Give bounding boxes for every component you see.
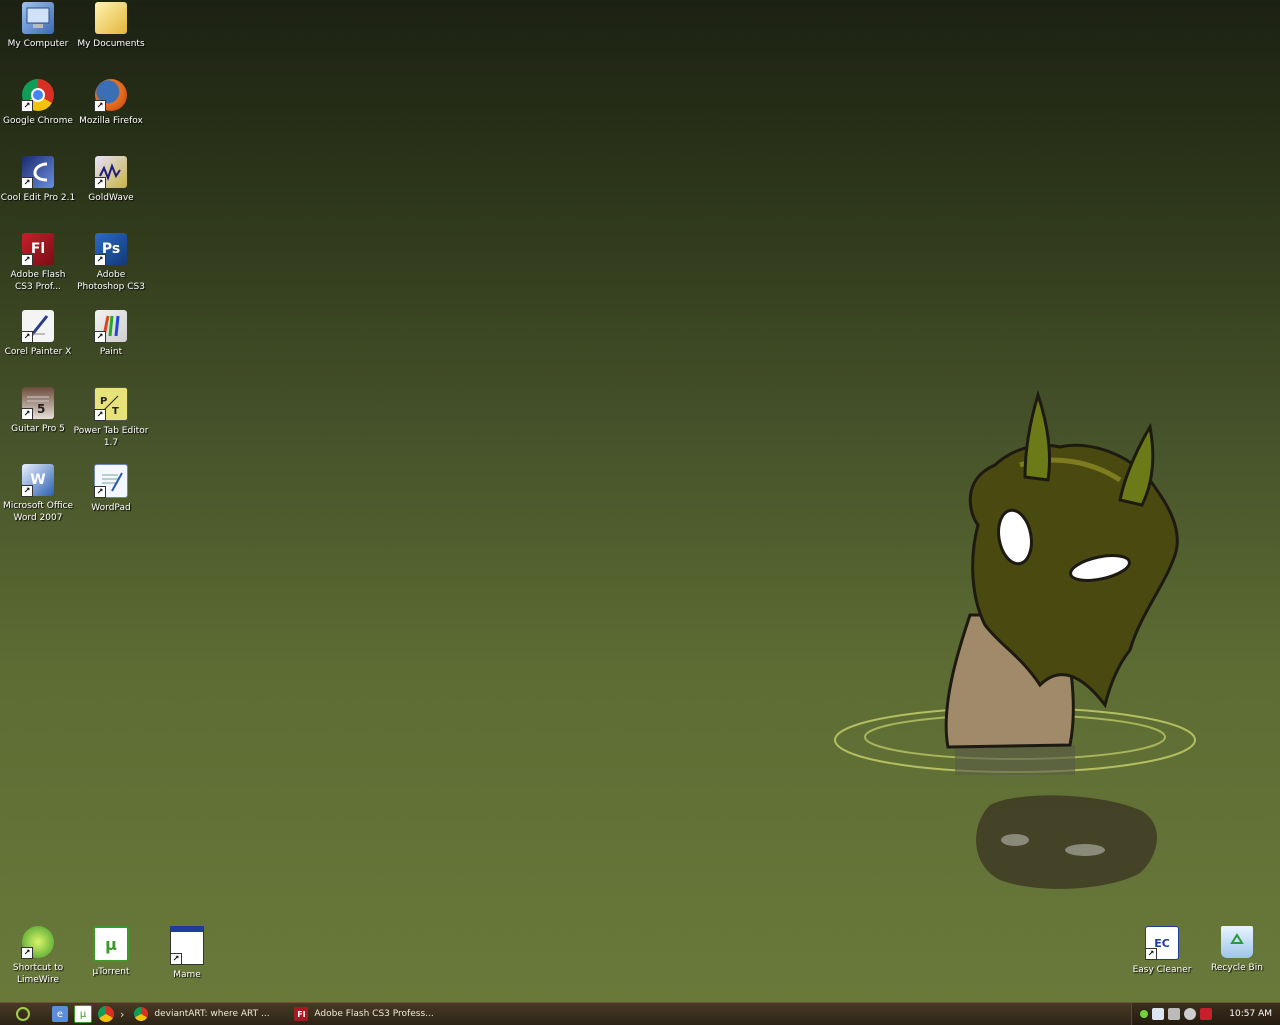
recycle-bin-icon <box>1221 926 1253 958</box>
display-tray-icon[interactable] <box>1168 1008 1180 1020</box>
svg-text:T: T <box>112 406 119 416</box>
my-documents-shortcut[interactable]: My Documents <box>73 2 149 50</box>
system-tray: 10:57 AM <box>1131 1003 1280 1025</box>
photoshop-icon: Ps ↗ <box>94 233 127 266</box>
shortcut-arrow-icon: ↗ <box>170 953 182 965</box>
microsoft-word-label: Microsoft Office Word 2007 <box>2 501 74 523</box>
limewire-shortcut[interactable]: ↗ Shortcut to LimeWire <box>0 926 76 986</box>
easy-cleaner-icon: EC ↗ <box>1145 926 1179 960</box>
paint-icon: ↗ <box>94 310 127 343</box>
mozilla-firefox-shortcut[interactable]: ↗ Mozilla Firefox <box>73 79 149 127</box>
cool-edit-icon: ↗ <box>21 156 54 189</box>
computer-icon <box>22 2 54 34</box>
recycle-bin-label: Recycle Bin <box>1211 963 1263 973</box>
shortcut-arrow-icon: ↗ <box>94 254 106 266</box>
wordpad-icon: ↗ <box>94 464 128 498</box>
shortcut-arrow-icon: ↗ <box>21 177 33 189</box>
shortcut-arrow-icon: ↗ <box>94 331 106 343</box>
mozilla-firefox-label: Mozilla Firefox <box>79 116 143 126</box>
utorrent-icon: µ <box>93 926 129 962</box>
shortcut-arrow-icon: ↗ <box>21 100 33 112</box>
firefox-icon: ↗ <box>94 79 127 112</box>
utorrent-glyph: µ <box>105 934 117 954</box>
goldwave-icon: ↗ <box>94 156 127 189</box>
adobe-flash-label: Adobe Flash CS3 Prof... <box>10 270 66 292</box>
word-icon: W ↗ <box>21 464 54 497</box>
guitar-pro-label: Guitar Pro 5 <box>11 424 65 434</box>
guitar-pro-shortcut[interactable]: 5 ↗ Guitar Pro 5 <box>0 387 76 435</box>
adobe-flash-shortcut[interactable]: Fl ↗ Adobe Flash CS3 Prof... <box>0 233 76 293</box>
easy-cleaner-label: Easy Cleaner <box>1132 965 1192 975</box>
easy-cleaner-shortcut[interactable]: EC ↗ Easy Cleaner <box>1124 926 1200 976</box>
recycle-bin[interactable]: Recycle Bin <box>1199 926 1275 974</box>
power-tab-icon: PT ↗ <box>94 387 128 421</box>
shortcut-arrow-icon: ↗ <box>94 177 106 189</box>
chrome-icon <box>134 1007 149 1021</box>
taskbar-button-label: Adobe Flash CS3 Profess... <box>314 1009 434 1019</box>
corel-painter-label: Corel Painter X <box>4 347 72 357</box>
shortcut-arrow-icon: ↗ <box>21 947 33 959</box>
paint-shortcut[interactable]: ↗ Paint <box>73 310 149 358</box>
shortcut-arrow-icon: ↗ <box>94 100 106 112</box>
flash-icon: Fl <box>294 1007 309 1021</box>
my-computer-shortcut[interactable]: My Computer <box>0 2 76 50</box>
mame-icon: ↗ <box>170 926 204 965</box>
desktop[interactable]: My Computer My Documents ↗ Google Chrome… <box>0 0 1280 1002</box>
network-tray-icon[interactable] <box>1152 1008 1164 1020</box>
shortcut-arrow-icon: ↗ <box>94 409 106 421</box>
corel-painter-icon: ↗ <box>21 310 54 343</box>
folder-icon <box>95 2 127 34</box>
wallpaper-monster-illustration <box>834 390 1196 889</box>
shortcut-arrow-icon: ↗ <box>1145 948 1157 960</box>
adobe-photoshop-label: Adobe Photoshop CS3 <box>77 270 145 292</box>
power-tab-editor-label: Power Tab Editor 1.7 <box>73 426 149 448</box>
svg-text:P: P <box>100 396 107 407</box>
quick-launch: e µ <box>52 1005 114 1023</box>
shortcut-arrow-icon: ↗ <box>21 331 33 343</box>
taskbar-button-adobe-flash[interactable]: Fl Adobe Flash CS3 Profess... <box>294 1005 444 1023</box>
shortcut-arrow-icon: ↗ <box>21 485 33 497</box>
goldwave-label: GoldWave <box>88 193 134 203</box>
shortcut-arrow-icon: ↗ <box>94 486 106 498</box>
limewire-icon: ↗ <box>21 926 54 959</box>
google-chrome-label: Google Chrome <box>3 116 73 126</box>
cool-edit-pro-label: Cool Edit Pro 2.1 <box>0 193 76 203</box>
svg-text:5: 5 <box>37 402 45 415</box>
volume-tray-icon[interactable] <box>1184 1008 1196 1020</box>
mame-shortcut[interactable]: ↗ Mame <box>149 926 225 981</box>
corel-painter-shortcut[interactable]: ↗ Corel Painter X <box>0 310 76 358</box>
taskbar: e µ › deviantART: where ART ... Fl Adobe… <box>0 1002 1280 1025</box>
cool-edit-pro-shortcut[interactable]: ↗ Cool Edit Pro 2.1 <box>0 156 76 204</box>
clock[interactable]: 10:57 AM <box>1229 1009 1272 1019</box>
limewire-label: Shortcut to LimeWire <box>12 963 64 985</box>
microsoft-word-shortcut[interactable]: W ↗ Microsoft Office Word 2007 <box>0 464 76 524</box>
my-documents-label: My Documents <box>77 39 145 49</box>
chrome-quicklaunch-icon[interactable] <box>98 1006 114 1022</box>
show-desktop-icon[interactable]: e <box>52 1006 68 1022</box>
power-tab-editor-shortcut[interactable]: PT ↗ Power Tab Editor 1.7 <box>73 387 149 449</box>
mame-label: Mame <box>173 970 201 980</box>
quick-launch-chevron[interactable]: › <box>120 1008 124 1021</box>
my-computer-label: My Computer <box>7 39 69 49</box>
taskbar-button-label: deviantART: where ART ... <box>154 1009 270 1019</box>
chrome-icon: ↗ <box>21 79 54 112</box>
utorrent-quicklaunch-icon[interactable]: µ <box>74 1005 92 1023</box>
guitar-pro-icon: 5 ↗ <box>21 387 54 420</box>
start-button[interactable] <box>12 1005 34 1023</box>
wordpad-label: WordPad <box>91 503 131 513</box>
limewire-tray-icon[interactable] <box>1140 1010 1148 1018</box>
antivirus-tray-icon[interactable] <box>1200 1008 1212 1020</box>
shortcut-arrow-icon: ↗ <box>21 408 33 420</box>
shortcut-arrow-icon: ↗ <box>21 254 33 266</box>
goldwave-shortcut[interactable]: ↗ GoldWave <box>73 156 149 204</box>
flash-icon: Fl ↗ <box>21 233 54 266</box>
wordpad-shortcut[interactable]: ↗ WordPad <box>73 464 149 514</box>
adobe-photoshop-shortcut[interactable]: Ps ↗ Adobe Photoshop CS3 <box>73 233 149 293</box>
utorrent-shortcut[interactable]: µ µTorrent <box>73 926 149 978</box>
taskbar-button-deviantart[interactable]: deviantART: where ART ... <box>134 1005 284 1023</box>
utorrent-label: µTorrent <box>92 967 130 977</box>
google-chrome-shortcut[interactable]: ↗ Google Chrome <box>0 79 76 127</box>
paint-label: Paint <box>99 347 123 357</box>
